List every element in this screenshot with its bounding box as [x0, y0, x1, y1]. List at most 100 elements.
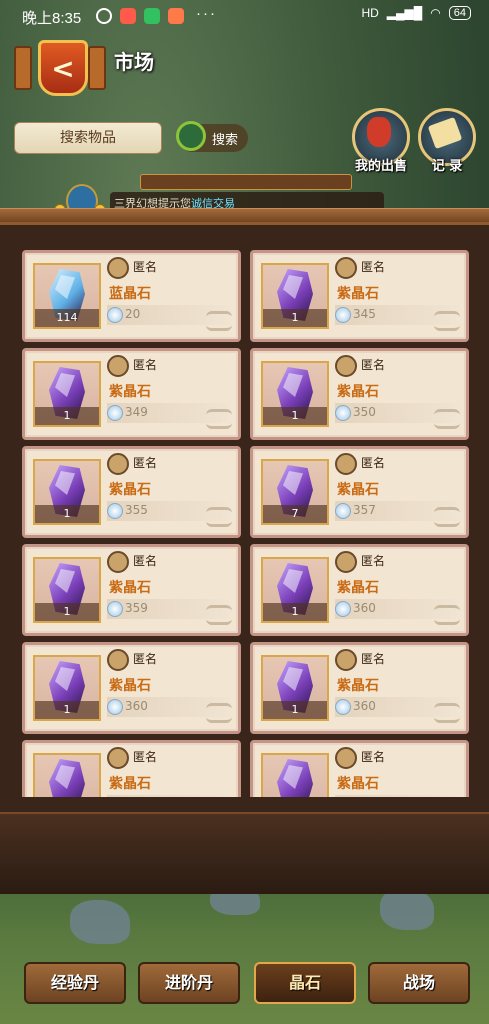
records-button[interactable]: 记 录 [418, 108, 476, 174]
signal-icon: ▂▄▆█ [386, 6, 423, 20]
listing-card[interactable]: 1 匿名 紫晶石 345 [250, 250, 469, 342]
item-price: 20 [125, 307, 141, 321]
seller-avatar-icon [335, 551, 357, 573]
category-tab[interactable]: 晶石 [254, 962, 356, 1004]
status-time: 晚上8:35 [22, 10, 82, 27]
category-tab[interactable]: 经验丹 [24, 962, 126, 1004]
purple-crystal-icon [277, 759, 313, 797]
item-name: 紫晶石 [337, 678, 379, 694]
search-button-label: 搜索 [212, 133, 239, 148]
back-button[interactable]: < [14, 40, 106, 96]
swirl-decoration-icon [206, 507, 232, 527]
swirl-decoration-icon [434, 703, 460, 723]
more-notifications-indicator: ··· [196, 5, 217, 22]
item-thumbnail: 7 [261, 459, 329, 525]
item-thumbnail: 1 [33, 655, 101, 721]
search-button[interactable]: 搜索 [176, 121, 248, 152]
money-bag-icon [367, 117, 391, 147]
item-count: 1 [35, 603, 99, 621]
status-right: HD ▂▄▆█ ◠ 64 [361, 6, 471, 20]
magnifier-icon [176, 121, 206, 151]
scroll-icon [427, 116, 463, 150]
my-sales-button[interactable]: 我的出售 [352, 108, 410, 174]
item-thumbnail: 1 [33, 361, 101, 427]
item-name: 紫晶石 [109, 776, 151, 792]
item-name: 紫晶石 [109, 384, 151, 400]
item-count: 1 [35, 505, 99, 523]
diamond-currency-icon [107, 503, 123, 519]
diamond-currency-icon [107, 601, 123, 617]
item-thumbnail: 1 [33, 459, 101, 525]
swirl-decoration-icon [206, 311, 232, 331]
item-count: 1 [263, 603, 327, 621]
item-name: 蓝晶石 [109, 286, 151, 302]
listing-card[interactable]: 1 匿名 紫晶石 349 [22, 348, 241, 440]
listing-card[interactable]: 1 匿名 紫晶石 355 [22, 446, 241, 538]
item-price: 360 [353, 699, 376, 713]
panel-footer [0, 812, 489, 894]
item-thumbnail: 1 [33, 557, 101, 623]
listing-card[interactable]: 114 匿名 蓝晶石 20 [22, 250, 241, 342]
diamond-currency-icon [335, 307, 351, 323]
listing-card[interactable]: 1 匿名 紫晶石 360 [250, 642, 469, 734]
seller-name: 匿名 [361, 456, 386, 470]
seller-avatar-icon [107, 551, 129, 573]
item-price: 349 [125, 405, 148, 419]
listing-card[interactable]: 匿名 紫晶石 [250, 740, 469, 797]
price-row [107, 795, 231, 797]
search-input[interactable]: 搜索物品 [14, 122, 162, 154]
listing-card[interactable]: 1 匿名 紫晶石 359 [22, 544, 241, 636]
listing-card[interactable]: 1 匿名 紫晶石 360 [22, 642, 241, 734]
diamond-currency-icon [107, 307, 123, 323]
seller-avatar-icon [335, 355, 357, 377]
seller-avatar-icon [107, 747, 129, 769]
seller-name: 匿名 [133, 260, 158, 274]
seller-name: 匿名 [361, 652, 386, 666]
item-thumbnail: 1 [261, 361, 329, 427]
diamond-currency-icon [335, 699, 351, 715]
item-price: 360 [353, 601, 376, 615]
listing-card[interactable]: 1 匿名 紫晶石 360 [250, 544, 469, 636]
rock-decoration [380, 888, 434, 930]
market-panel: 114 匿名 蓝晶石 20 1 匿名 紫晶石 345 1 匿名 紫晶石 349 … [0, 222, 489, 843]
seller-avatar-icon [107, 257, 129, 279]
item-count: 1 [35, 407, 99, 425]
item-thumbnail: 1 [261, 263, 329, 329]
download-notification-icon [144, 8, 160, 24]
seller-avatar-icon [107, 649, 129, 671]
listing-card[interactable]: 7 匿名 紫晶石 357 [250, 446, 469, 538]
item-count: 1 [35, 701, 99, 719]
listing-card[interactable]: 匿名 紫晶石 [22, 740, 241, 797]
category-tab[interactable]: 战场 [368, 962, 470, 1004]
item-count: 7 [263, 505, 327, 523]
seller-name: 匿名 [133, 456, 158, 470]
item-count: 1 [263, 701, 327, 719]
swirl-decoration-icon [434, 409, 460, 429]
item-name: 紫晶石 [109, 678, 151, 694]
item-price: 357 [353, 503, 376, 517]
my-sales-label: 我的出售 [354, 159, 407, 174]
item-price: 345 [353, 307, 376, 321]
category-tab[interactable]: 进阶丹 [138, 962, 240, 1004]
diamond-currency-icon [335, 405, 351, 421]
item-count: 1 [263, 309, 327, 327]
swirl-decoration-icon [206, 703, 232, 723]
item-count: 1 [263, 407, 327, 425]
listing-grid[interactable]: 114 匿名 蓝晶石 20 1 匿名 紫晶石 345 1 匿名 紫晶石 349 … [18, 242, 470, 797]
shelf-plank [0, 208, 489, 223]
seller-name: 匿名 [361, 358, 386, 372]
item-price: 359 [125, 601, 148, 615]
records-label: 记 录 [431, 159, 463, 174]
item-name: 紫晶石 [337, 580, 379, 596]
item-name: 紫晶石 [109, 580, 151, 596]
app-notification-icon [120, 8, 136, 24]
item-thumbnail: 1 [261, 557, 329, 623]
post-decoration [88, 46, 106, 90]
swirl-decoration-icon [206, 409, 232, 429]
seller-avatar-icon [335, 747, 357, 769]
item-price: 350 [353, 405, 376, 419]
listing-card[interactable]: 1 匿名 紫晶石 350 [250, 348, 469, 440]
seller-name: 匿名 [133, 554, 158, 568]
seller-avatar-icon [335, 257, 357, 279]
seller-avatar-icon [107, 355, 129, 377]
